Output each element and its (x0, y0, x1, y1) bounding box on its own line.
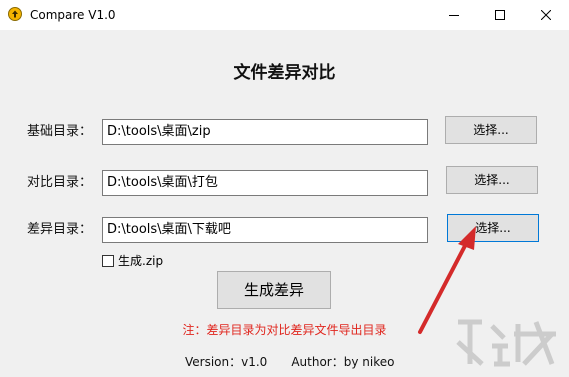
minimize-button[interactable] (431, 0, 477, 30)
base-dir-input[interactable]: D:\tools\桌面\zip (102, 119, 428, 145)
base-dir-label: 基础目录： (27, 124, 93, 139)
author-text: Author：by nikeo (291, 355, 395, 369)
diff-dir-input[interactable]: D:\tools\桌面\下载吧 (102, 217, 428, 243)
compare-dir-browse-button[interactable]: 选择... (446, 166, 538, 194)
minimize-icon (449, 15, 459, 16)
generate-diff-button[interactable]: 生成差异 (217, 271, 331, 309)
footer: Version：v1.0 Author：by nikeo (185, 354, 394, 370)
diff-dir-label: 差异目录： (27, 222, 93, 237)
title-bar[interactable]: Compare V1.0 (0, 0, 569, 30)
up-arrow-circle-icon (8, 7, 22, 21)
window-title: Compare V1.0 (30, 8, 116, 22)
close-button[interactable] (523, 0, 569, 30)
zip-checkbox[interactable] (102, 255, 114, 267)
base-dir-browse-button[interactable]: 选择... (445, 116, 537, 144)
maximize-button[interactable] (477, 0, 523, 30)
maximize-icon (495, 10, 505, 20)
version-text: Version：v1.0 (185, 355, 268, 369)
page-title: 文件差异对比 (233, 63, 336, 83)
compare-dir-label: 对比目录： (27, 175, 93, 190)
zip-checkbox-label[interactable]: 生成.zip (118, 253, 163, 269)
close-icon (541, 10, 551, 20)
compare-window: Compare V1.0 文件差异对比 基础目录： D:\tools\桌面\zi… (0, 0, 569, 377)
watermark-logo-icon (456, 319, 556, 367)
compare-dir-input[interactable]: D:\tools\桌面\打包 (102, 170, 428, 196)
